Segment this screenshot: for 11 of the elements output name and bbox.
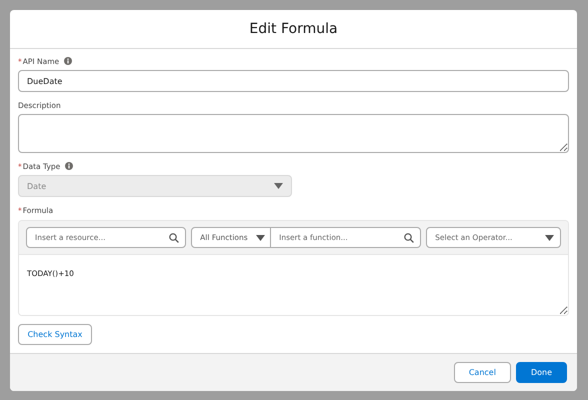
search-icon <box>169 232 180 242</box>
cancel-button[interactable]: Cancel <box>454 362 511 383</box>
done-button[interactable]: Done <box>516 362 567 383</box>
search-icon <box>404 232 414 242</box>
dialog-title: Edit Formula <box>249 21 338 37</box>
caret-icon <box>545 234 554 240</box>
caret-icon <box>256 234 266 240</box>
check-syntax-button[interactable]: Check Syntax <box>18 324 92 345</box>
text-field[interactable]: DueDate <box>18 70 569 92</box>
caret-icon <box>274 183 283 189</box>
text-area[interactable] <box>18 114 569 153</box>
